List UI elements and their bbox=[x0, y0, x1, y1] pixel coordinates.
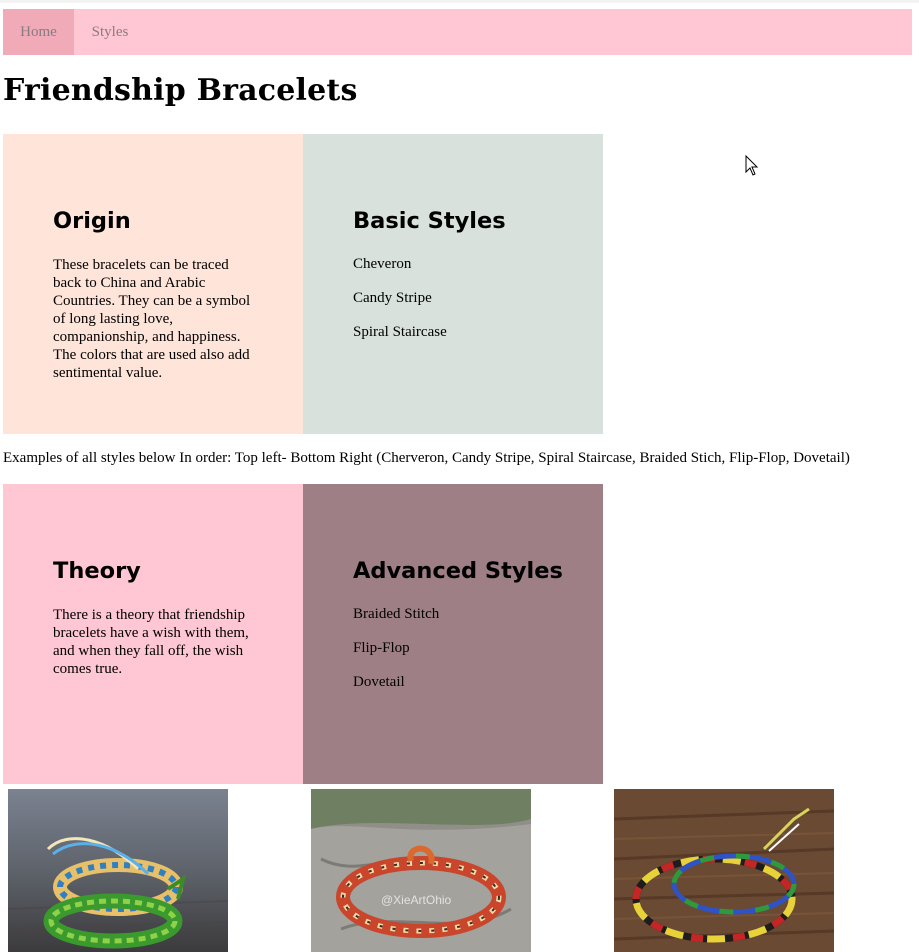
page-title: Friendship Bracelets bbox=[3, 73, 358, 108]
advanced-style-item: Dovetail bbox=[353, 674, 405, 690]
chevron-bracelet-photo bbox=[8, 789, 228, 952]
origin-text: These bracelets can be traced back to Ch… bbox=[53, 257, 251, 381]
candy-stripe-bracelet-photo: @XieArtOhio bbox=[311, 789, 531, 952]
basic-style-item: Cheveron bbox=[353, 256, 412, 272]
window-top-edge bbox=[0, 0, 919, 3]
photo-watermark: @XieArtOhio bbox=[381, 893, 452, 907]
origin-heading: Origin bbox=[53, 208, 131, 234]
theory-text: There is a theory that friendship bracel… bbox=[53, 607, 249, 677]
theory-panel: Theory There is a theory that friendship… bbox=[3, 484, 303, 784]
basic-styles-heading: Basic Styles bbox=[353, 208, 506, 234]
nav-home-link[interactable]: Home bbox=[3, 9, 74, 55]
advanced-style-item: Braided Stitch bbox=[353, 606, 440, 622]
examples-caption: Examples of all styles below In order: T… bbox=[3, 450, 850, 466]
top-navbar: Home Styles bbox=[3, 9, 912, 55]
spiral-staircase-bracelet-photo bbox=[614, 789, 834, 952]
origin-panel: Origin These bracelets can be traced bac… bbox=[3, 134, 303, 434]
theory-heading: Theory bbox=[53, 558, 141, 584]
basic-style-item: Spiral Staircase bbox=[353, 324, 447, 340]
basic-style-item: Candy Stripe bbox=[353, 290, 432, 306]
nav-styles-link[interactable]: Styles bbox=[74, 9, 146, 55]
advanced-style-item: Flip-Flop bbox=[353, 640, 410, 656]
basic-styles-panel: Basic Styles Cheveron Candy Stripe Spira… bbox=[303, 134, 603, 434]
advanced-styles-panel: Advanced Styles Braided Stitch Flip-Flop… bbox=[303, 484, 603, 784]
mouse-cursor-icon bbox=[745, 154, 759, 182]
advanced-styles-heading: Advanced Styles bbox=[353, 558, 563, 584]
